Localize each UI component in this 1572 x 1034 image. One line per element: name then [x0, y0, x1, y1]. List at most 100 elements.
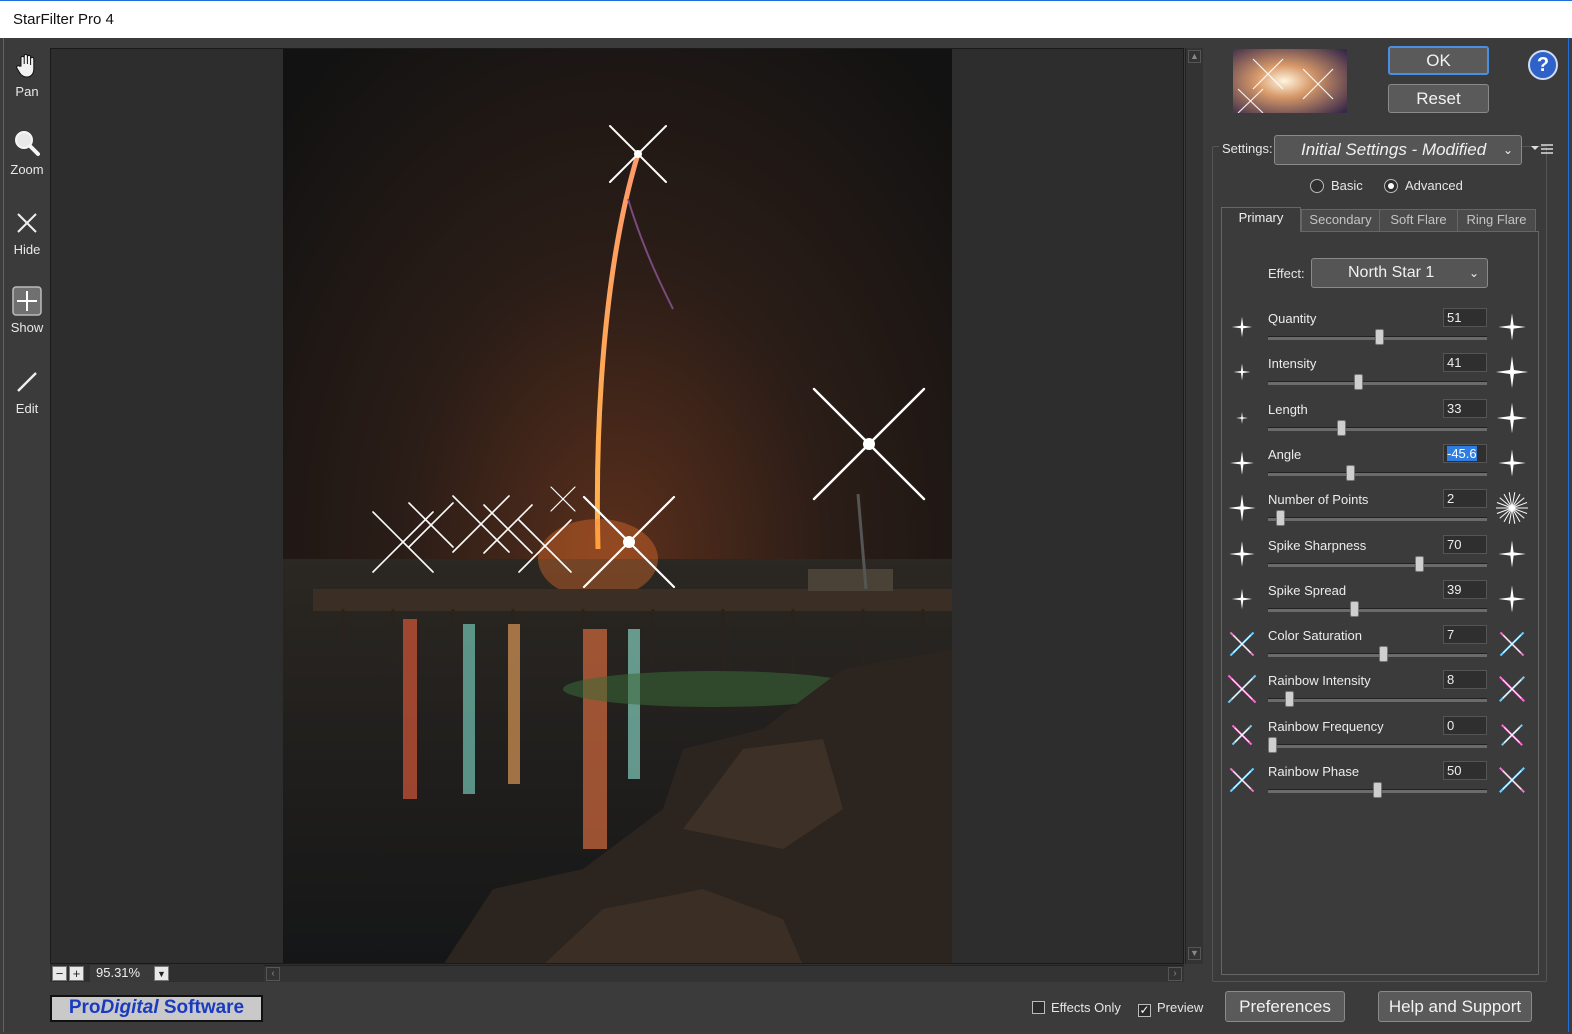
ok-button[interactable]: OK [1388, 46, 1489, 75]
checkmark-icon: ✓ [1138, 1003, 1151, 1017]
zoom-dropdown-button[interactable]: ▼ [154, 966, 169, 981]
prodigital-logo[interactable]: ProDigital Software [50, 995, 263, 1022]
logo-text-pro: Pro [68, 997, 101, 1018]
scroll-up-icon[interactable]: ▲ [1188, 50, 1201, 63]
slider-value-text: 0 [1447, 717, 1455, 733]
slider-value-input[interactable]: 8 [1443, 670, 1487, 690]
slider-value-input[interactable]: 7 [1443, 625, 1487, 645]
effect-thumbnail [1233, 49, 1347, 113]
slider-track[interactable] [1268, 381, 1487, 386]
slider-thumb[interactable] [1415, 555, 1424, 572]
slider-row-length: Length 33 [1224, 398, 1536, 443]
slider-label: Number of Points [1268, 492, 1369, 508]
zoom-out-button[interactable]: − [52, 966, 67, 981]
angle-max-star-icon [1498, 449, 1526, 477]
preview-statusbar: − + 95.31% ▼ ‹ › [50, 964, 1184, 982]
scroll-left-icon[interactable]: ‹ [266, 967, 280, 981]
tool-zoom[interactable]: Zoom [3, 128, 51, 177]
slider-value-input[interactable]: -45.6 [1443, 443, 1487, 463]
slider-track[interactable] [1268, 426, 1487, 431]
tab-ring-flare[interactable]: Ring Flare [1457, 209, 1536, 231]
help-support-button[interactable]: Help and Support [1378, 991, 1532, 1022]
hand-icon [16, 53, 35, 78]
tab-secondary[interactable]: Secondary [1301, 209, 1380, 231]
rainbow-intensity-min-icon [1225, 672, 1259, 706]
tab-primary[interactable]: Primary [1221, 207, 1301, 232]
slider-row-rainbow-phase: Rainbow Phase 50 [1224, 761, 1536, 805]
slider-thumb[interactable] [1349, 600, 1359, 617]
slider-value-text: 41 [1447, 355, 1462, 371]
slider-value-input[interactable]: 2 [1443, 489, 1487, 509]
logo-text-software: Software [158, 997, 245, 1018]
slider-value-text: -45.6 [1447, 445, 1477, 461]
scroll-down-icon[interactable]: ▼ [1188, 947, 1201, 960]
slider-track[interactable] [1268, 743, 1487, 748]
slider-thumb[interactable] [1345, 464, 1355, 481]
rainbow-frequency-min-icon [1225, 718, 1259, 752]
horizontal-scrollbar[interactable]: ‹ › [264, 965, 1184, 982]
settings-dropdown[interactable]: Initial Settings - Modified ⌄ [1274, 135, 1522, 165]
points-min-star-icon [1228, 494, 1256, 522]
slider-label: Spike Spread [1268, 582, 1347, 598]
slider-row-saturation: Color Saturation 7 [1224, 625, 1536, 669]
checkbox-box [1032, 1001, 1045, 1014]
slider-track[interactable] [1268, 698, 1487, 703]
zoom-in-button[interactable]: + [69, 966, 84, 981]
slider-value-input[interactable]: 33 [1443, 398, 1487, 418]
slider-value-input[interactable]: 70 [1443, 534, 1487, 554]
plus-box-icon [12, 286, 42, 316]
tool-label: Zoom [10, 162, 44, 177]
effects-only-checkbox[interactable]: Effects Only [1032, 1000, 1121, 1015]
reset-button[interactable]: Reset [1388, 84, 1489, 113]
logo-text-digital: Digital [100, 997, 159, 1018]
slider-track[interactable] [1268, 517, 1487, 522]
mode-basic-radio[interactable]: Basic [1310, 178, 1363, 193]
x-icon [17, 213, 37, 233]
intensity-max-icon [1495, 355, 1529, 389]
slider-track[interactable] [1268, 471, 1487, 476]
tool-edit[interactable]: Edit [3, 367, 51, 416]
slider-thumb[interactable] [1354, 374, 1364, 391]
slider-thumb[interactable] [1276, 510, 1286, 527]
rainbow-intensity-max-icon [1495, 672, 1529, 706]
slider-thumb[interactable] [1284, 691, 1294, 708]
slider-label: Intensity [1268, 356, 1317, 372]
vertical-scrollbar[interactable]: ▲ ▼ [1185, 48, 1203, 964]
slider-thumb[interactable] [1337, 419, 1347, 436]
saturation-min-star-icon [1229, 631, 1255, 657]
slider-track[interactable] [1268, 562, 1487, 567]
effect-value: North Star 1 [1348, 264, 1435, 281]
slider-track[interactable] [1268, 653, 1487, 658]
slider-thumb[interactable] [1268, 736, 1277, 753]
slider-value-input[interactable]: 0 [1443, 715, 1487, 735]
slider-row-sharpness: Spike Sharpness 70 [1224, 534, 1536, 579]
preview-canvas[interactable] [50, 48, 1184, 964]
slider-thumb[interactable] [1379, 646, 1389, 663]
slider-track[interactable] [1268, 607, 1487, 612]
intensity-max-star-icon [1495, 356, 1529, 389]
tool-label: Pan [15, 84, 39, 99]
slider-value-input[interactable]: 39 [1443, 579, 1487, 599]
scroll-right-icon[interactable]: › [1168, 967, 1182, 981]
tab-soft-flare[interactable]: Soft Flare [1379, 209, 1458, 231]
slider-thumb[interactable] [1375, 329, 1385, 345]
sharpness-max-icon [1495, 537, 1529, 571]
tool-hide[interactable]: Hide [3, 208, 51, 257]
settings-menu-icon[interactable] [1530, 142, 1554, 158]
slider-value-input[interactable]: 50 [1443, 761, 1487, 780]
settings-label: Settings: [1219, 141, 1276, 156]
preferences-button[interactable]: Preferences [1225, 991, 1345, 1022]
tool-show[interactable]: Show [3, 286, 51, 335]
mode-advanced-radio[interactable]: Advanced [1384, 178, 1463, 193]
slider-value-text: 7 [1447, 627, 1455, 643]
rainbow-phase-max-icon [1495, 763, 1529, 797]
slider-value-input[interactable]: 41 [1443, 353, 1487, 373]
help-icon[interactable]: ? [1528, 50, 1558, 80]
tool-pan[interactable]: Pan [3, 50, 51, 99]
preview-checkbox[interactable]: ✓ Preview [1138, 1000, 1203, 1017]
slider-row-quantity: Quantity 51 [1224, 308, 1536, 352]
effect-dropdown[interactable]: North Star 1 ⌄ [1311, 258, 1488, 288]
slider-thumb[interactable] [1373, 782, 1382, 798]
slider-value-input[interactable]: 51 [1443, 308, 1487, 327]
slider-value-text: 70 [1447, 536, 1462, 552]
